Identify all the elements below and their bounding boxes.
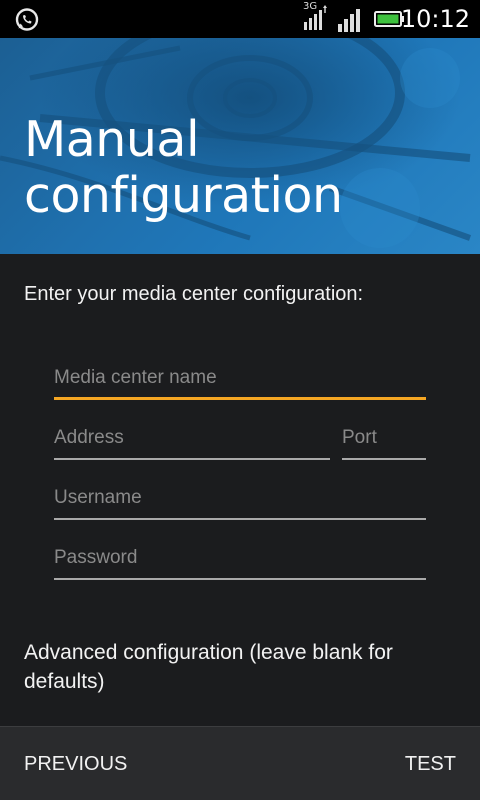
test-button[interactable]: TEST — [405, 753, 456, 776]
password-field[interactable] — [54, 540, 426, 580]
advanced-configuration-label[interactable]: Advanced configuration (leave blank for … — [24, 638, 454, 696]
focused-underline — [54, 397, 426, 400]
whatsapp-icon — [15, 8, 39, 31]
footer-bar: PREVIOUS TEST — [0, 726, 480, 800]
status-bar: 3G 10:12 — [0, 0, 480, 38]
media-center-name-field[interactable] — [54, 360, 426, 400]
intro-text: Enter your media center configuration: — [24, 283, 364, 305]
address-underline — [54, 458, 330, 460]
password-input[interactable] — [54, 540, 426, 576]
port-input[interactable] — [342, 420, 426, 456]
address-field[interactable] — [54, 420, 330, 460]
signal-icon — [338, 9, 360, 32]
port-field[interactable] — [342, 420, 426, 460]
clock: 10:12 — [400, 5, 470, 33]
previous-button[interactable]: PREVIOUS — [24, 753, 127, 776]
media-center-name-input[interactable] — [54, 360, 426, 396]
password-underline — [54, 578, 426, 580]
manual-configuration-screen: 3G 10:12 Manual configuration Enter your… — [0, 0, 480, 800]
port-underline — [342, 458, 426, 460]
username-input[interactable] — [54, 480, 426, 516]
username-underline — [54, 518, 426, 520]
signal-3g-icon — [304, 5, 327, 30]
header-banner: Manual configuration — [0, 38, 480, 254]
page-title: Manual configuration — [24, 111, 343, 224]
username-field[interactable] — [54, 480, 426, 520]
address-input[interactable] — [54, 420, 330, 456]
